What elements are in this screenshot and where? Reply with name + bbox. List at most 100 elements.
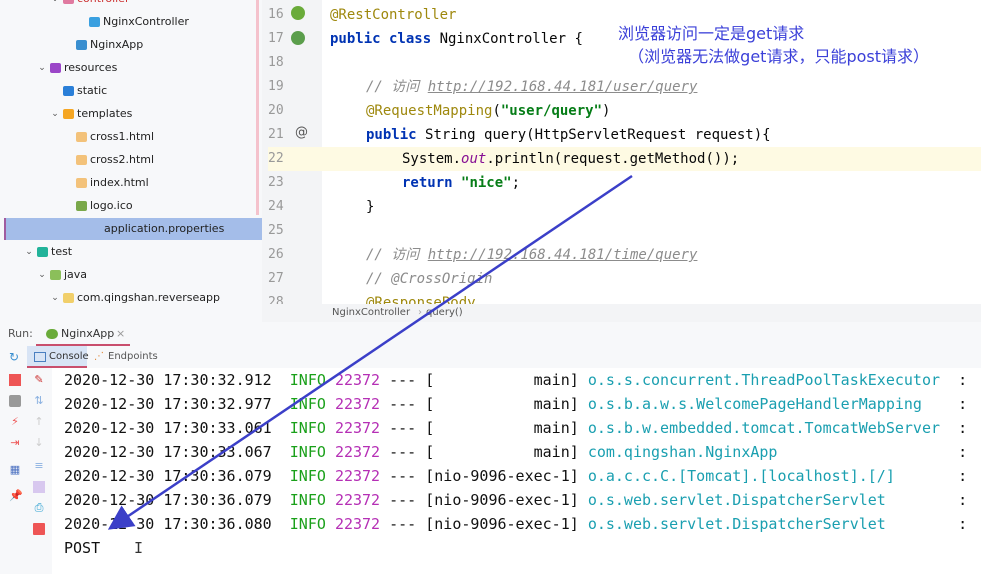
tree-item[interactable]: static	[50, 80, 107, 102]
log-sep: ---	[389, 395, 417, 413]
sort-icon[interactable]: ⇅	[33, 395, 45, 407]
breadcrumb-sep: ›	[418, 307, 422, 318]
run-tab-label: NginxApp	[61, 327, 115, 340]
tree-item-label: templates	[77, 107, 133, 120]
tree-item-label: test	[51, 245, 73, 258]
plug-icon[interactable]: ⚡	[9, 416, 21, 428]
stop-icon[interactable]	[9, 374, 21, 386]
log-ts: 2020-12-30 17:30:32.912	[64, 371, 272, 389]
tree-item-label: cross2.html	[90, 153, 155, 166]
scrollbar[interactable]	[256, 0, 259, 215]
up-icon[interactable]: ↑	[33, 416, 45, 428]
tree-item[interactable]: NginxController	[76, 11, 189, 33]
tree-item-label: application.properties	[104, 222, 225, 235]
spring-class-icon[interactable]	[291, 31, 305, 45]
html-icon	[76, 155, 87, 165]
trash-icon[interactable]	[33, 523, 45, 535]
log-sep: ---	[389, 515, 417, 533]
scroll-end-icon[interactable]	[33, 481, 45, 493]
tree-item-label: logo.ico	[90, 199, 133, 212]
tree-item[interactable]: ⌄ test	[24, 241, 72, 263]
log-line: 2020-12-30 17:30:32.912 INFO 22372 --- […	[64, 368, 967, 392]
log-colon: :	[958, 419, 968, 437]
url-link[interactable]: http://192.168.44.181/user/query	[428, 79, 698, 95]
breadcrumb-method[interactable]: query()	[426, 304, 463, 322]
tree-item[interactable]: index.html	[63, 172, 149, 194]
tab-console[interactable]: Console	[27, 346, 89, 368]
project-tree[interactable]: ⌄ controller NginxController NginxApp ⌄ resou…	[0, 0, 262, 322]
chevron-down-icon[interactable]: ⌄	[50, 287, 60, 309]
log-pid: 22372	[334, 467, 381, 485]
chevron-down-icon[interactable]: ⌄	[24, 241, 34, 263]
url-link[interactable]: http://192.168.44.181/time/query	[428, 247, 698, 263]
tree-item[interactable]: ⌄ resources	[37, 57, 117, 79]
code-line-27: // @CrossOrigin	[366, 271, 493, 287]
log-pid: 22372	[334, 491, 381, 509]
tab-endpoints[interactable]: ⋰ Endpoints	[92, 346, 162, 368]
close-icon[interactable]: ×	[116, 322, 125, 346]
log-sep: ---	[389, 443, 417, 461]
line-number: 22	[268, 147, 322, 171]
line-number: 17	[268, 31, 284, 46]
chevron-down-icon[interactable]: ⌄	[50, 0, 60, 10]
folder-icon	[63, 0, 74, 4]
tree-item-label: static	[77, 84, 108, 97]
camera-icon[interactable]	[9, 395, 21, 407]
wrap-icon[interactable]: ≡	[33, 460, 45, 472]
log-pid: 22372	[334, 515, 381, 533]
line-number: 26	[268, 247, 284, 262]
log-thread: [nio-9096-exec-1]	[425, 515, 579, 533]
down-icon[interactable]: ↓	[33, 437, 45, 449]
code-line-24: }	[366, 199, 375, 215]
tree-item[interactable]: ⌄ com.qingshan.reverseapp	[50, 287, 220, 309]
html-icon	[76, 178, 87, 188]
code-line-16: @RestController	[330, 7, 457, 23]
html-icon	[76, 132, 87, 142]
breadcrumb: NginxController › query()	[262, 304, 981, 322]
resources-folder-icon	[50, 63, 61, 73]
line-number: 21	[268, 127, 284, 142]
exit-icon[interactable]: ⇥	[9, 437, 21, 449]
layout-icon[interactable]: ▦	[9, 464, 21, 476]
tree-item[interactable]: application.properties	[4, 218, 262, 240]
code-line-28: @ResponseBody	[366, 295, 476, 304]
code-line-20: @RequestMapping("user/query")	[366, 103, 611, 119]
override-at-icon[interactable]: @	[295, 125, 308, 140]
chevron-down-icon[interactable]: ⌄	[37, 264, 47, 286]
log-logger: o.s.b.w.embedded.tomcat.TomcatWebServer	[587, 419, 950, 437]
log-colon: :	[958, 491, 968, 509]
package-icon	[63, 293, 74, 303]
chevron-down-icon[interactable]: ⌄	[50, 103, 60, 125]
tree-item[interactable]: cross1.html	[63, 126, 154, 148]
line-number: 27	[268, 271, 284, 286]
log-thread: [nio-9096-exec-1]	[425, 491, 579, 509]
tree-item[interactable]: ⌄ java	[37, 264, 87, 286]
log-thread: [nio-9096-exec-1]	[425, 467, 579, 485]
console-output[interactable]: 2020-12-30 17:30:32.912 INFO 22372 --- […	[52, 368, 981, 574]
clear-icon[interactable]: ✎	[33, 374, 45, 386]
log-sep: ---	[389, 419, 417, 437]
log-level: INFO	[289, 515, 326, 533]
tree-item-label: com.qingshan.reverseapp	[77, 291, 220, 304]
line-number: 19	[268, 79, 284, 94]
spring-bean-icon[interactable]	[291, 6, 305, 20]
console-icon	[34, 352, 46, 362]
annotation-note: 浏览器访问一定是get请求 （浏览器无法做get请求，只能post请求）	[618, 24, 930, 66]
tree-item[interactable]: ⌄ templates	[50, 103, 132, 125]
tree-item[interactable]: NginxApp	[63, 34, 143, 56]
tree-item[interactable]: logo.ico	[63, 195, 133, 217]
tab-label: Endpoints	[108, 351, 158, 362]
pin-icon[interactable]: 📌	[9, 490, 23, 502]
log-ts: 2020-12-30 17:30:36.079	[64, 491, 272, 509]
run-label: Run:	[8, 327, 33, 340]
log-level: INFO	[289, 395, 326, 413]
tree-item[interactable]: ⌄ controller	[50, 0, 129, 10]
breadcrumb-class[interactable]: NginxController	[332, 304, 410, 322]
tree-item-label: resources	[64, 61, 118, 74]
run-tab-nginxapp[interactable]: NginxApp ×	[36, 322, 130, 346]
print-icon[interactable]: ⎙	[33, 502, 45, 514]
tree-item[interactable]: cross2.html	[63, 149, 154, 171]
log-sep: ---	[389, 467, 417, 485]
rerun-icon[interactable]: ↻	[9, 346, 19, 368]
chevron-down-icon[interactable]: ⌄	[37, 57, 47, 79]
